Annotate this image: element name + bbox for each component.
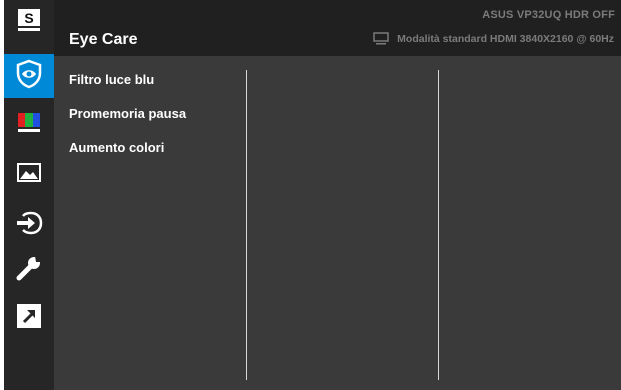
svg-text:S: S xyxy=(24,10,33,26)
image-icon xyxy=(16,162,42,189)
sidebar-item-splendid[interactable]: S xyxy=(4,0,54,44)
column-divider-2 xyxy=(438,70,439,380)
sidebar-item-image[interactable] xyxy=(4,153,54,197)
eye-care-icon xyxy=(14,59,44,94)
sidebar-item-system-setup[interactable] xyxy=(4,248,54,292)
shortcut-icon xyxy=(16,303,42,334)
sidebar-item-shortcut[interactable] xyxy=(4,296,54,340)
mode-info: Modalità standard HDMI 3840X2160 @ 60Hz xyxy=(397,32,614,45)
header-bar: Eye Care ASUS VP32UQ HDR OFF Modalità st… xyxy=(54,0,621,56)
input-select-icon xyxy=(15,211,43,240)
eye-care-menu: Filtro luce blu Promemoria pausa Aumento… xyxy=(69,71,186,173)
system-setup-icon xyxy=(16,254,42,287)
mode-info-row: Modalità standard HDMI 3840X2160 @ 60Hz xyxy=(373,32,614,45)
page-title: Eye Care xyxy=(69,31,138,48)
sidebar: S xyxy=(4,0,54,390)
splendid-s-icon: S xyxy=(16,8,42,37)
color-bars-icon xyxy=(16,112,42,139)
sidebar-footer xyxy=(4,376,54,390)
column-divider-1 xyxy=(246,70,247,380)
sidebar-item-color[interactable] xyxy=(4,103,54,147)
model-info: ASUS VP32UQ HDR OFF xyxy=(482,9,615,21)
monitor-icon xyxy=(373,32,389,45)
osd-window: S Eye Care ASUS VP32UQ HDR OFF Modalità … xyxy=(4,0,621,390)
menu-item-rest-reminder[interactable]: Promemoria pausa xyxy=(69,105,186,139)
sidebar-item-eye-care[interactable] xyxy=(4,54,54,98)
menu-item-color-intensity[interactable]: Aumento colori xyxy=(69,139,186,173)
menu-item-blue-light-filter[interactable]: Filtro luce blu xyxy=(69,71,186,105)
sidebar-item-input[interactable] xyxy=(4,203,54,247)
